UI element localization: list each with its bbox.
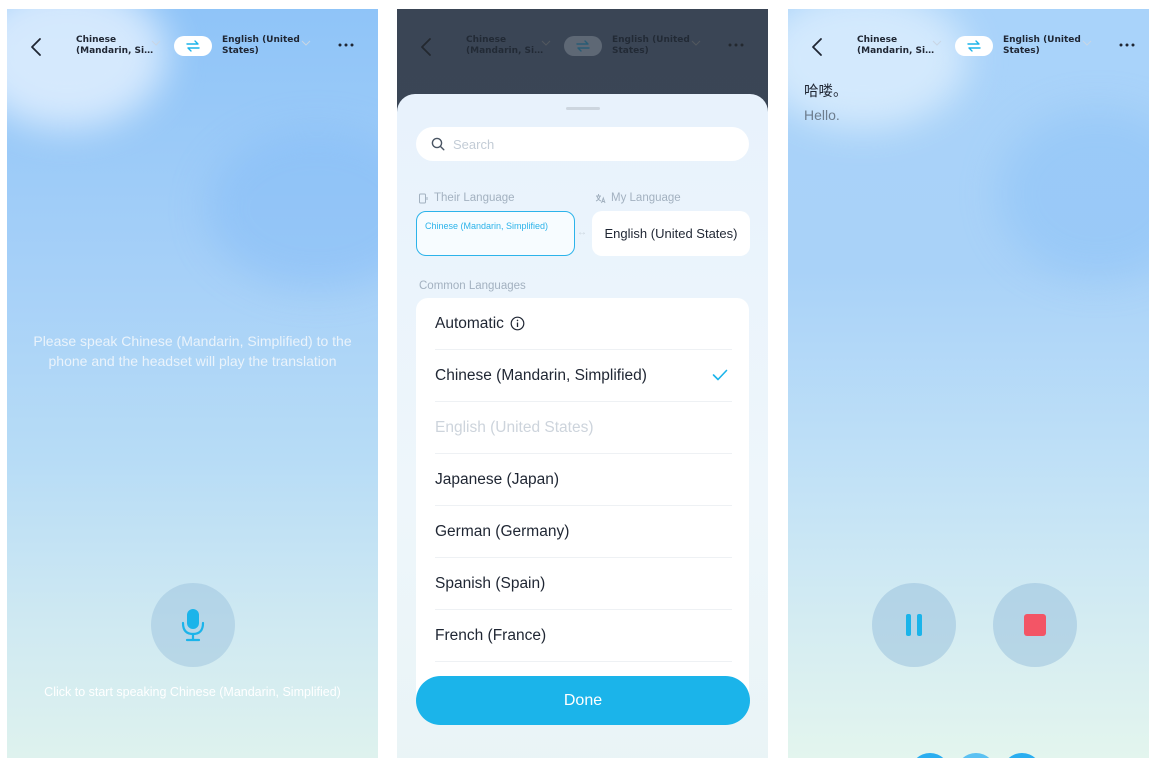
target-language-line2: States) [222,46,259,56]
header: Chinese (Mandarin, Si… English (United S… [397,9,768,81]
source-language-line1: Chinese [76,35,117,45]
link-arrows-icon: ↔ [577,227,587,238]
microphone-button[interactable] [151,583,235,667]
floating-bubble [1002,753,1042,758]
header: Chinese (Mandarin, Si… English (United S… [788,9,1149,81]
chevron-down-icon[interactable] [932,39,942,47]
list-item-label: Spanish (Spain) [435,574,546,592]
stop-button[interactable] [993,583,1077,667]
source-language-line1: Chinese [857,35,898,45]
translate-icon [595,193,606,203]
my-language-label-text: My Language [611,192,681,204]
their-language-field[interactable]: Chinese (Mandarin, Simplified) [416,211,575,256]
swap-languages-button[interactable] [174,36,212,56]
target-language-selector[interactable]: English (United States) [1003,35,1083,57]
my-language-label: My Language [595,192,681,204]
target-language-selector[interactable]: English (United States) [222,35,302,57]
back-arrow-icon[interactable] [810,37,826,57]
source-language-selector[interactable]: Chinese (Mandarin, Si… [857,35,937,57]
stop-icon [1024,614,1046,636]
swap-languages-button[interactable] [564,36,602,56]
back-arrow-icon[interactable] [419,37,435,57]
their-language-label-text: Their Language [434,192,515,204]
source-language-selector[interactable]: Chinese (Mandarin, Si… [466,35,546,57]
list-item-label: Chinese (Mandarin, Simplified) [435,366,647,384]
target-language-line2: States) [612,46,649,56]
header: Chinese (Mandarin, Si… English (United S… [7,9,378,81]
swap-arrows-icon [576,40,590,52]
list-item-label: Automatic [435,314,504,332]
sheet-drag-handle[interactable] [566,107,600,110]
floating-bubble [956,753,996,758]
microphone-icon [181,609,205,642]
swap-languages-button[interactable] [955,36,993,56]
mic-hint: Click to start speaking Chinese (Mandari… [44,685,341,699]
language-item-german[interactable]: German (Germany) [435,506,732,558]
chevron-down-icon[interactable] [151,39,161,47]
language-item-japanese[interactable]: Japanese (Japan) [435,454,732,506]
info-icon[interactable] [510,316,525,331]
my-language-field[interactable]: English (United States) [592,211,750,256]
screen-translating: Chinese (Mandarin, Si… English (United S… [788,9,1149,758]
checkmark-icon [712,369,728,381]
more-options-icon[interactable] [1118,37,1136,53]
translated-transcript: Hello. [804,107,840,123]
source-language-selector[interactable]: Chinese (Mandarin, Si… [76,35,156,57]
swap-arrows-icon [186,40,200,52]
screen-language-picker: Chinese (Mandarin, Si… English (United S… [397,9,768,758]
pause-icon [906,614,922,636]
language-item-english: English (United States) [435,402,732,454]
list-item-label: French (France) [435,626,547,644]
language-item-french[interactable]: French (France) [435,610,732,662]
their-language-label: Their Language [418,192,515,204]
floating-bubble [910,753,950,758]
source-language-line1: Chinese [466,35,507,45]
common-languages-label: Common Languages [419,280,526,292]
target-language-line1: English (United [612,35,690,45]
source-language-line2: (Mandarin, Si… [76,46,154,56]
bg-glow [998,109,1149,279]
chevron-down-icon[interactable] [301,39,311,47]
target-language-line2: States) [1003,46,1040,56]
target-language-line1: English (United [222,35,300,45]
target-language-selector[interactable]: English (United States) [612,35,692,57]
chevron-down-icon[interactable] [1082,39,1092,47]
source-transcript: 哈喽。 [804,84,848,100]
language-item-chinese[interactable]: Chinese (Mandarin, Simplified) [435,350,732,402]
search-icon [431,137,445,151]
source-language-line2: (Mandarin, Si… [466,46,544,56]
language-item-spanish[interactable]: Spanish (Spain) [435,558,732,610]
chevron-down-icon[interactable] [541,39,551,47]
source-language-line2: (Mandarin, Si… [857,46,935,56]
speak-prompt: Please speak Chinese (Mandarin, Simplifi… [33,333,352,369]
search-input[interactable]: Search [416,127,749,161]
pause-button[interactable] [872,583,956,667]
list-item-label: German (Germany) [435,522,570,540]
chevron-down-icon[interactable] [691,39,701,47]
back-arrow-icon[interactable] [29,37,45,57]
phone-icon [419,193,428,203]
screen-speak: Chinese (Mandarin, Si… English (United S… [7,9,378,758]
search-placeholder: Search [453,136,495,152]
list-item-label: English (United States) [435,418,594,436]
target-language-line1: English (United [1003,35,1081,45]
list-item-label: Japanese (Japan) [435,470,560,488]
done-button[interactable]: Done [416,676,750,725]
bg-glow [207,129,378,289]
language-item-automatic[interactable]: Automatic [435,298,732,350]
more-options-icon[interactable] [727,37,745,53]
more-options-icon[interactable] [337,37,355,53]
language-list: Automatic Chinese (Mandarin, Simplified)… [416,298,749,698]
swap-arrows-icon [967,40,981,52]
